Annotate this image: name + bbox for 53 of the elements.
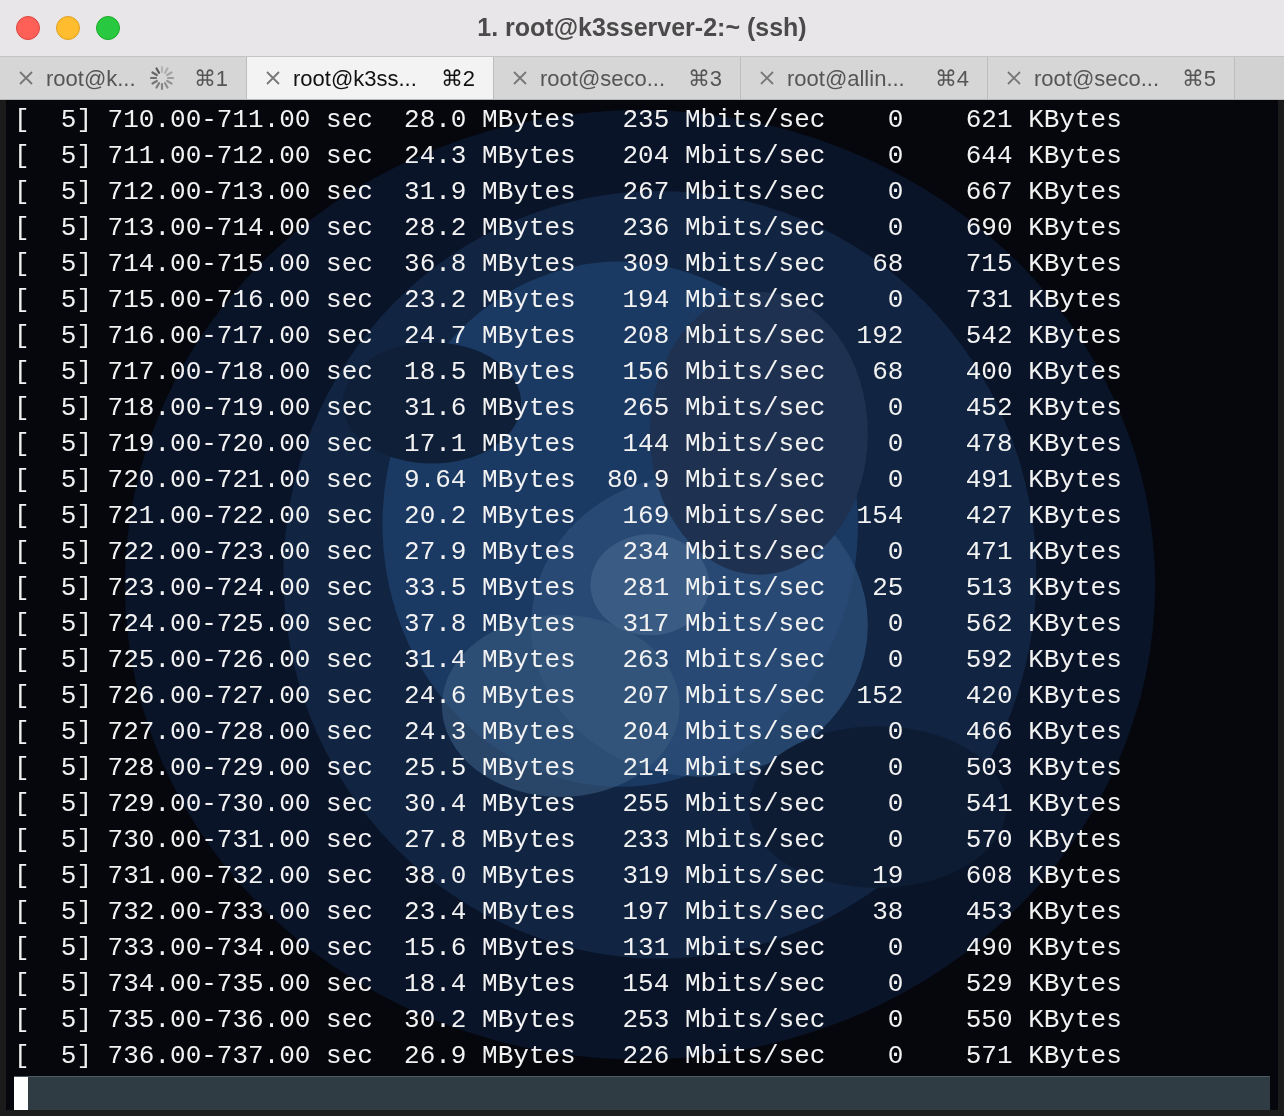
terminal-line: [ 5] 713.00-714.00 sec 28.2 MBytes 236 Mbits/sec 0 690 KBytes (14, 212, 1122, 245)
terminal-line: [ 5] 735.00-736.00 sec 30.2 MBytes 253 Mbits/sec 0 550 KBytes (14, 1004, 1122, 1037)
tab[interactable]: root@k3ss... ⌘2 (247, 57, 494, 99)
terminal-line: [ 5] 712.00-713.00 sec 31.9 MBytes 267 Mbits/sec 0 667 KBytes (14, 176, 1122, 209)
close-icon[interactable] (265, 70, 281, 86)
terminal-line: [ 5] 733.00-734.00 sec 15.6 MBytes 131 Mbits/sec 0 490 KBytes (14, 932, 1122, 965)
terminal-line: [ 5] 727.00-728.00 sec 24.3 MBytes 204 Mbits/sec 0 466 KBytes (14, 716, 1122, 749)
terminal-line: [ 5] 724.00-725.00 sec 37.8 MBytes 317 Mbits/sec 0 562 KBytes (14, 608, 1122, 641)
cursor (14, 1077, 28, 1110)
terminal-line: [ 5] 719.00-720.00 sec 17.1 MBytes 144 Mbits/sec 0 478 KBytes (14, 428, 1122, 461)
terminal-line: [ 5] 725.00-726.00 sec 31.4 MBytes 263 Mbits/sec 0 592 KBytes (14, 644, 1122, 677)
terminal-line: [ 5] 726.00-727.00 sec 24.6 MBytes 207 Mbits/sec 152 420 KBytes (14, 680, 1122, 713)
terminal-line: [ 5] 734.00-735.00 sec 18.4 MBytes 154 Mbits/sec 0 529 KBytes (14, 968, 1122, 1001)
terminal-line: [ 5] 710.00-711.00 sec 28.0 MBytes 235 Mbits/sec 0 621 KBytes (14, 104, 1122, 137)
tab[interactable]: root@allin... ⌘4 (741, 57, 988, 99)
maximize-window-button[interactable] (96, 16, 120, 40)
terminal-line: [ 5] 723.00-724.00 sec 33.5 MBytes 281 Mbits/sec 25 513 KBytes (14, 572, 1122, 605)
close-icon[interactable] (759, 70, 775, 86)
terminal-line: [ 5] 718.00-719.00 sec 31.6 MBytes 265 Mbits/sec 0 452 KBytes (14, 392, 1122, 425)
close-icon[interactable] (18, 70, 34, 86)
terminal-line: [ 5] 716.00-717.00 sec 24.7 MBytes 208 Mbits/sec 192 542 KBytes (14, 320, 1122, 353)
tab-title: root@k3ss... (293, 64, 417, 93)
terminal-line: [ 5] 736.00-737.00 sec 26.9 MBytes 226 Mbits/sec 0 571 KBytes (14, 1040, 1122, 1073)
tab[interactable]: root@k... ⌘1 (0, 57, 247, 99)
terminal-line: [ 5] 715.00-716.00 sec 23.2 MBytes 194 Mbits/sec 0 731 KBytes (14, 284, 1122, 317)
tab-title: root@allin... (787, 64, 905, 93)
terminal-line: [ 5] 721.00-722.00 sec 20.2 MBytes 169 Mbits/sec 154 427 KBytes (14, 500, 1122, 533)
terminal-line: [ 5] 732.00-733.00 sec 23.4 MBytes 197 Mbits/sec 38 453 KBytes (14, 896, 1122, 929)
close-icon[interactable] (1006, 70, 1022, 86)
terminal-line: [ 5] 717.00-718.00 sec 18.5 MBytes 156 Mbits/sec 68 400 KBytes (14, 356, 1122, 389)
terminal-line: [ 5] 722.00-723.00 sec 27.9 MBytes 234 Mbits/sec 0 471 KBytes (14, 536, 1122, 569)
terminal-line: [ 5] 730.00-731.00 sec 27.8 MBytes 233 Mbits/sec 0 570 KBytes (14, 824, 1122, 857)
tab[interactable]: root@seco... ⌘5 (988, 57, 1235, 99)
window-title: 1. root@k3sserver-2:~ (ssh) (477, 12, 807, 44)
tab[interactable]: root@seco... ⌘3 (494, 57, 741, 99)
spinner-icon (147, 64, 176, 92)
terminal-line: [ 5] 714.00-715.00 sec 36.8 MBytes 309 Mbits/sec 68 715 KBytes (14, 248, 1122, 281)
tab-shortcut: ⌘3 (687, 64, 722, 93)
tab-shortcut: ⌘1 (193, 64, 228, 93)
tab-title: root@seco... (1034, 64, 1160, 93)
minimize-window-button[interactable] (56, 16, 80, 40)
terminal-line: [ 5] 728.00-729.00 sec 25.5 MBytes 214 Mbits/sec 0 503 KBytes (14, 752, 1122, 785)
tab-shortcut: ⌘2 (440, 64, 475, 93)
close-window-button[interactable] (16, 16, 40, 40)
close-icon[interactable] (512, 70, 528, 86)
tab-title: root@k... (46, 64, 136, 93)
tab-shortcut: ⌘4 (934, 64, 969, 93)
terminal-line: [ 5] 711.00-712.00 sec 24.3 MBytes 204 Mbits/sec 0 644 KBytes (14, 140, 1122, 173)
terminal-line: [ 5] 720.00-721.00 sec 9.64 MBytes 80.9 Mbits/sec 0 491 KBytes (14, 464, 1122, 497)
tab-shortcut: ⌘5 (1181, 64, 1216, 93)
tab-title: root@seco... (540, 64, 666, 93)
terminal-line: [ 5] 729.00-730.00 sec 30.4 MBytes 255 Mbits/sec 0 541 KBytes (14, 788, 1122, 821)
terminal-line: [ 5] 731.00-732.00 sec 38.0 MBytes 319 Mbits/sec 19 608 KBytes (14, 860, 1122, 893)
